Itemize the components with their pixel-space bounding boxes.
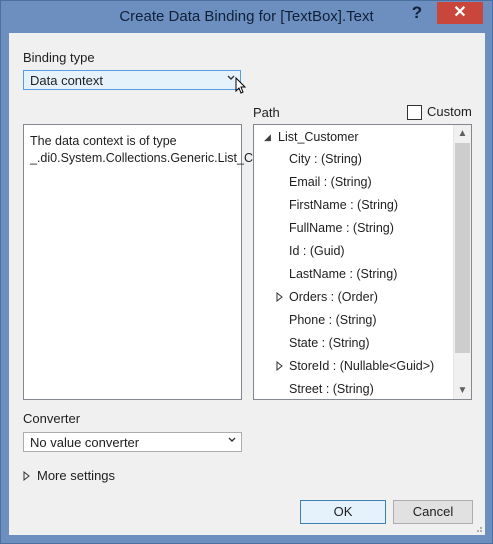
converter-value: No value converter — [30, 435, 140, 450]
tree-item-label: FullName : (String) — [289, 221, 394, 235]
dialog-window: Create Data Binding for [TextBox].Text ?… — [0, 0, 493, 544]
converter-dropdown[interactable]: No value converter — [23, 432, 242, 452]
converter-label: Converter — [23, 411, 81, 426]
binding-type-label: Binding type — [23, 50, 95, 65]
path-label: Path — [253, 105, 280, 120]
close-button[interactable]: ✕ — [437, 2, 483, 24]
tree-scrollbar[interactable]: ▲ ▼ — [453, 125, 471, 399]
expand-arrow-icon — [23, 471, 30, 481]
custom-checkbox[interactable] — [407, 105, 422, 120]
tree-item-label: Orders : (Order) — [289, 290, 378, 304]
title-bar[interactable]: Create Data Binding for [TextBox].Text ?… — [1, 1, 492, 33]
help-button[interactable]: ? — [406, 3, 428, 27]
chevron-down-icon — [227, 435, 237, 448]
binding-type-dropdown[interactable]: Data context — [23, 70, 241, 90]
cancel-button[interactable]: Cancel — [393, 500, 473, 524]
tree-item-label: Id : (Guid) — [289, 244, 345, 258]
binding-type-value: Data context — [30, 73, 103, 88]
scroll-thumb[interactable] — [455, 143, 470, 353]
data-context-description: The data context is of type _.di0.System… — [23, 124, 301, 400]
tree-item-label: Street : (String) — [289, 382, 374, 396]
scroll-up-icon[interactable]: ▲ — [454, 125, 471, 142]
tree-item-label: Email : (String) — [289, 175, 372, 189]
dialog-body: Binding type Data context The data conte… — [9, 33, 485, 535]
expand-arrow-icon[interactable] — [276, 361, 284, 371]
tree-item-label: FirstName : (String) — [289, 198, 399, 212]
tree-item-label: Phone : (String) — [289, 313, 377, 327]
ok-button[interactable]: OK — [300, 500, 386, 524]
custom-label: Custom — [427, 104, 472, 119]
more-settings-label: More settings — [37, 468, 116, 483]
tree-item-label: StoreId : (Nullable<Guid>) — [289, 359, 435, 373]
tree-item-label: City : (String) — [289, 152, 362, 166]
mouse-cursor-icon — [235, 77, 247, 94]
tree-item-label: LastName : (String) — [289, 267, 398, 281]
path-tree[interactable]: ◢ List_Customer City : (String) Email : (… — [253, 124, 472, 400]
tree-item-label: State : (String) — [289, 336, 370, 350]
collapse-arrow-icon[interactable]: ◢ — [264, 126, 271, 148]
resize-grip-icon[interactable] — [473, 523, 483, 533]
tree-root-label: List_Customer — [278, 130, 359, 144]
scroll-down-icon[interactable]: ▼ — [454, 382, 471, 399]
expand-arrow-icon[interactable] — [276, 292, 284, 302]
